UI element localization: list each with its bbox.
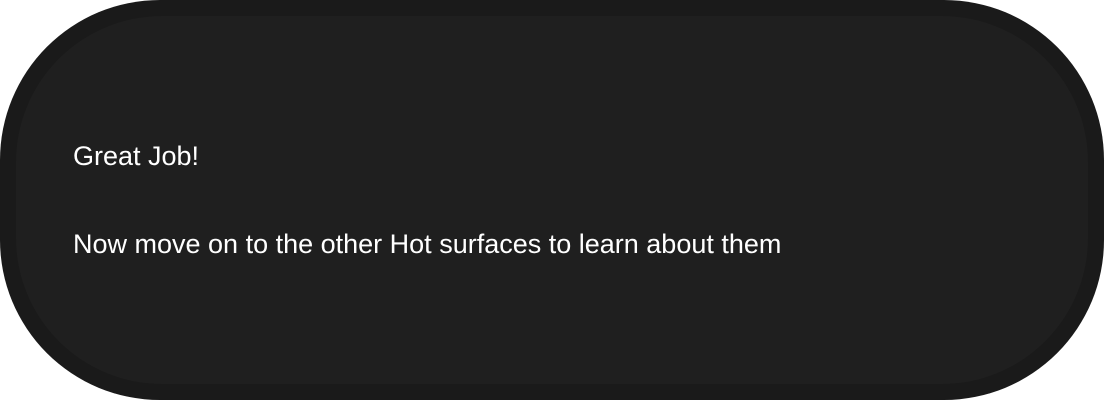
toast-message: Now move on to the other Hot surfaces to…: [73, 229, 782, 259]
toast-panel: Great Job! Now move on to the other Hot …: [16, 16, 1088, 384]
toast-title: Great Job!: [73, 141, 200, 171]
toast-notification: Great Job! Now move on to the other Hot …: [0, 0, 1104, 400]
